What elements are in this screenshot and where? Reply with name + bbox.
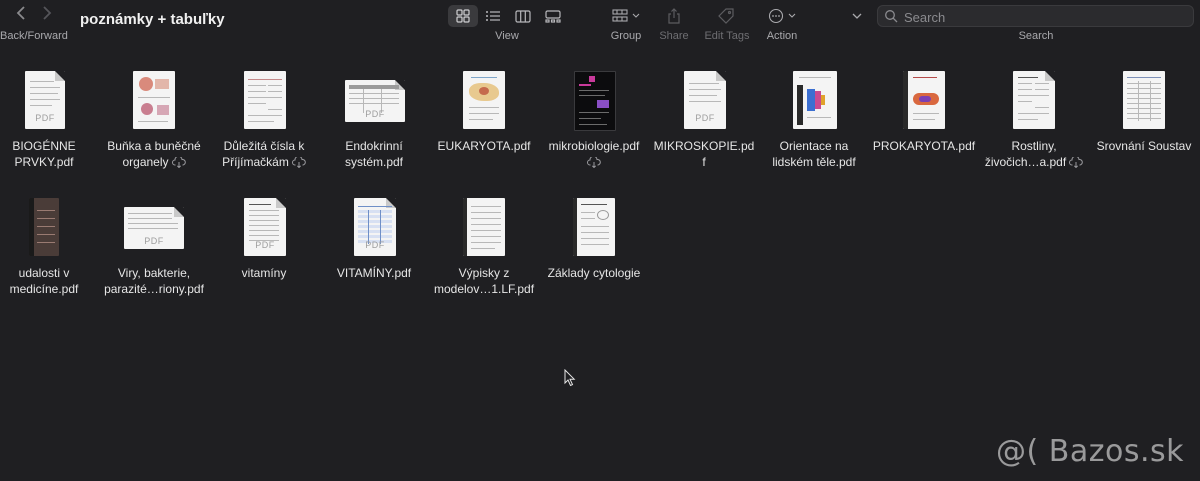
pdf-thumbnail: PDF [25, 71, 65, 129]
document-thumbnail: PDF [244, 198, 286, 256]
file-name: Viry, bakterie, parazité…riony.pdf [104, 266, 204, 296]
search-icon [884, 9, 898, 28]
back-forward-label: Back/Forward [0, 30, 68, 42]
file-name: Endokrinní systém.pdf [344, 139, 404, 169]
tag-icon [718, 8, 734, 24]
pdf-thumbnail [463, 198, 505, 256]
pdf-thumbnail [574, 71, 616, 131]
cloud-download-icon[interactable] [171, 155, 186, 172]
document-thumbnail [1123, 71, 1165, 129]
pdf-thumbnail [29, 198, 59, 256]
search-input[interactable] [902, 8, 1186, 26]
list-view-button[interactable] [478, 5, 508, 27]
pdf-thumbnail: PDF [354, 198, 396, 256]
action-label: Action [766, 30, 798, 42]
pdf-tag: PDF [255, 240, 275, 250]
file-name: vitamíny [241, 266, 287, 280]
share-icon [668, 8, 680, 24]
file-name: MIKROSKOPIE.pd f [653, 139, 755, 169]
icon-view-button[interactable] [448, 5, 478, 27]
more-circle-icon [768, 8, 796, 24]
file-name: Orientace na lidském těle.pdf [772, 139, 856, 169]
gallery-view-button[interactable] [538, 5, 568, 27]
file-name: udalosti v medicíne.pdf [9, 266, 79, 296]
cloud-download-icon[interactable] [587, 155, 601, 172]
back-chevron-icon[interactable] [14, 5, 28, 25]
columns-icon [515, 9, 531, 23]
file-name: PROKARYOTA.pdf [872, 139, 976, 153]
forward-chevron-icon[interactable] [40, 5, 54, 25]
pdf-thumbnail [903, 71, 945, 129]
search-field[interactable] [877, 5, 1194, 27]
file-name: Buňka a buněčné organely [99, 138, 209, 172]
file-name: Výpisky z modelov…1.LF.pdf [433, 266, 535, 296]
edit-tags-label: Edit Tags [704, 30, 750, 42]
group-button[interactable] [612, 6, 642, 26]
file-name: Srovnání Soustav [1096, 139, 1192, 153]
document-thumbnail [573, 198, 615, 256]
file-name: mikrobiologie.pdf [539, 138, 649, 172]
pdf-thumbnail [793, 71, 837, 129]
pdf-thumbnail [463, 71, 505, 129]
pdf-tag: PDF [144, 236, 164, 246]
list-icon [486, 11, 500, 21]
file-name: BIOGÉNNE PRVKY.pdf [12, 139, 76, 169]
watermark: @( Bazos.sk [996, 434, 1184, 469]
finder-toolbar: Back/Forward poznámky + tabuľky View Gro… [0, 0, 1200, 50]
pdf-tag: PDF [365, 240, 385, 250]
file-name: Rostliny, živočich…a.pdf [979, 138, 1089, 172]
pdf-tag: PDF [35, 113, 55, 123]
document-thumbnail [1013, 71, 1055, 129]
toolbar-overflow-button[interactable] [852, 6, 862, 26]
pdf-tag: PDF [695, 113, 715, 123]
share-label: Share [659, 30, 689, 42]
action-button[interactable] [768, 6, 798, 26]
mouse-pointer-icon [564, 368, 576, 392]
search-label: Search [1018, 30, 1054, 42]
grid-icon [456, 9, 470, 23]
cloud-download-icon[interactable] [291, 155, 306, 172]
share-button[interactable] [667, 6, 681, 26]
file-name: VITAMÍNY.pdf [336, 266, 412, 280]
pdf-thumbnail: PDF [684, 71, 726, 129]
document-thumbnail [244, 71, 286, 129]
pdf-thumbnail: PDF [345, 80, 405, 122]
edit-tags-button[interactable] [718, 6, 734, 26]
cloud-download-icon[interactable] [1069, 155, 1083, 172]
view-label: View [495, 30, 519, 42]
view-mode-switcher [448, 5, 568, 27]
pdf-tag: PDF [365, 109, 385, 119]
folder-title: poznámky + tabuľky [80, 11, 225, 28]
group-label: Group [610, 30, 642, 42]
group-icon [612, 9, 640, 22]
file-name: Důležitá čísla k Příjímačkám [209, 138, 319, 172]
chevron-down-icon [852, 13, 862, 19]
document-thumbnail [133, 71, 175, 129]
file-name: EUKARYOTA.pdf [437, 139, 531, 153]
pdf-thumbnail: PDF [124, 207, 184, 249]
gallery-icon [545, 9, 561, 23]
column-view-button[interactable] [508, 5, 538, 27]
file-name: Základy cytologie [547, 266, 641, 280]
